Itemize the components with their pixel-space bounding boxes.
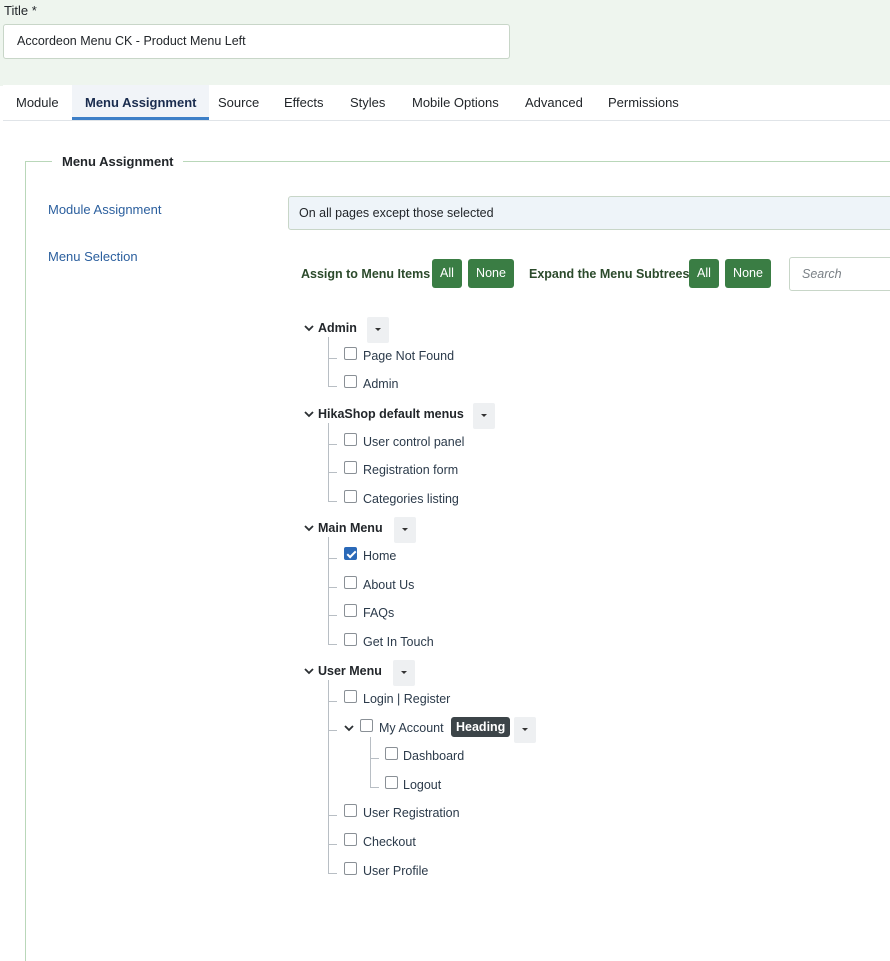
menu-item-row: Categories listing [301,488,861,514]
menu-item-row: Login | Register [301,688,861,714]
caret-down-icon [402,528,408,531]
caret-down-icon [481,414,487,417]
menu-item-row: Logout [301,774,861,800]
menu-item-row: FAQs [301,602,861,628]
chevron-down-icon[interactable] [303,665,315,677]
menu-item-label[interactable]: Home [363,549,396,563]
menu-item-row: Page Not Found [301,345,861,371]
title-label: Title * [4,3,37,18]
caret-down-icon [375,328,381,331]
chevron-down-icon[interactable] [303,408,315,420]
menu-search-input[interactable] [789,257,890,291]
menu-item-label[interactable]: Checkout [363,835,416,849]
menu-item-checkbox[interactable] [344,604,357,617]
menu-group-dropdown-button[interactable] [393,660,415,686]
menu-item-checkbox[interactable] [385,747,398,760]
tab-styles[interactable]: Styles [337,85,398,120]
expand-none-button[interactable]: None [725,259,771,288]
tab-content: Menu Assignment Module Assignment On all… [3,121,890,961]
menu-group-header: HikaShop default menus [301,403,861,429]
menu-item-label[interactable]: User Registration [363,806,460,820]
menu-item-label[interactable]: FAQs [363,606,394,620]
menu-item-checkbox[interactable] [344,862,357,875]
menu-item-checkbox[interactable] [360,719,373,732]
chevron-down-icon[interactable] [343,722,355,734]
menu-item-row: Home [301,545,861,571]
menu-item-row: Checkout [301,831,861,857]
menu-group-header: User Menu [301,660,861,686]
menu-item-checkbox[interactable] [344,547,357,560]
menu-item-label[interactable]: User Profile [363,864,428,878]
menu-item-row: About Us [301,574,861,600]
menu-item-label[interactable]: Categories listing [363,492,459,506]
menu-item-checkbox[interactable] [344,461,357,474]
title-section: Title * Accordeon Menu CK - Product Menu… [0,0,890,86]
menu-item-row: My Account Heading [301,717,861,743]
caret-down-icon [401,671,407,674]
menu-group-dropdown-button[interactable] [473,403,495,429]
caret-down-icon [522,728,528,731]
module-assignment-select[interactable]: On all pages except those selected [288,196,890,230]
menu-item-label[interactable]: Login | Register [363,692,450,706]
menu-item-label[interactable]: Registration form [363,463,458,477]
menu-item-row: Admin [301,373,861,399]
menu-item-label[interactable]: Dashboard [403,749,464,763]
chevron-down-icon[interactable] [303,322,315,334]
heading-badge: Heading [451,717,511,737]
chevron-down-icon[interactable] [303,522,315,534]
expand-subtrees-label: Expand the Menu Subtrees [529,267,690,281]
menu-group-label: Admin [318,321,357,335]
menu-item-row: Dashboard [301,745,861,771]
module-assignment-label: Module Assignment [48,202,162,217]
menu-group-header: Main Menu [301,517,861,543]
menu-group-dropdown-button[interactable] [394,517,416,543]
menu-item-checkbox[interactable] [344,347,357,360]
menu-item-row: User Profile [301,860,861,886]
tab-source[interactable]: Source [205,85,272,120]
menu-item-checkbox[interactable] [344,375,357,388]
menu-item-checkbox[interactable] [344,633,357,646]
menu-item-checkbox[interactable] [385,776,398,789]
menu-group-label: Main Menu [318,521,383,535]
menu-item-label[interactable]: My Account [379,721,444,735]
menu-group-label: HikaShop default menus [318,407,464,421]
tab-effects[interactable]: Effects [271,85,337,120]
menu-item-label[interactable]: About Us [363,578,414,592]
menu-group-header: Admin [301,317,861,343]
assign-all-button[interactable]: All [432,259,462,288]
menu-item-checkbox[interactable] [344,433,357,446]
tab-menu-assignment[interactable]: Menu Assignment [72,85,210,120]
assign-to-menu-items-label: Assign to Menu Items [301,267,431,281]
assign-none-button[interactable]: None [468,259,514,288]
tab-advanced[interactable]: Advanced [512,85,596,120]
tab-permissions[interactable]: Permissions [595,85,692,120]
menu-item-label[interactable]: User control panel [363,435,464,449]
tab-module[interactable]: Module [3,85,72,120]
menu-item-row: Registration form [301,459,861,485]
menu-item-dropdown-button[interactable] [514,717,536,743]
menu-item-checkbox[interactable] [344,804,357,817]
fieldset-legend: Menu Assignment [52,153,184,170]
tab-bar: Module Menu Assignment Source Effects St… [3,85,890,121]
menu-group-label: User Menu [318,664,382,678]
title-input[interactable]: Accordeon Menu CK - Product Menu Left [3,24,510,59]
expand-all-button[interactable]: All [689,259,719,288]
menu-item-checkbox[interactable] [344,490,357,503]
menu-item-label[interactable]: Logout [403,778,441,792]
menu-item-checkbox[interactable] [344,833,357,846]
menu-item-label[interactable]: Page Not Found [363,349,454,363]
menu-group-dropdown-button[interactable] [367,317,389,343]
menu-item-checkbox[interactable] [344,690,357,703]
menu-item-checkbox[interactable] [344,576,357,589]
menu-item-row: Get In Touch [301,631,861,657]
menu-item-label[interactable]: Get In Touch [363,635,434,649]
tab-mobile-options[interactable]: Mobile Options [399,85,512,120]
menu-item-label[interactable]: Admin [363,377,398,391]
menu-item-row: User control panel [301,431,861,457]
menu-selection-label: Menu Selection [48,249,138,264]
menu-item-row: User Registration [301,802,861,828]
